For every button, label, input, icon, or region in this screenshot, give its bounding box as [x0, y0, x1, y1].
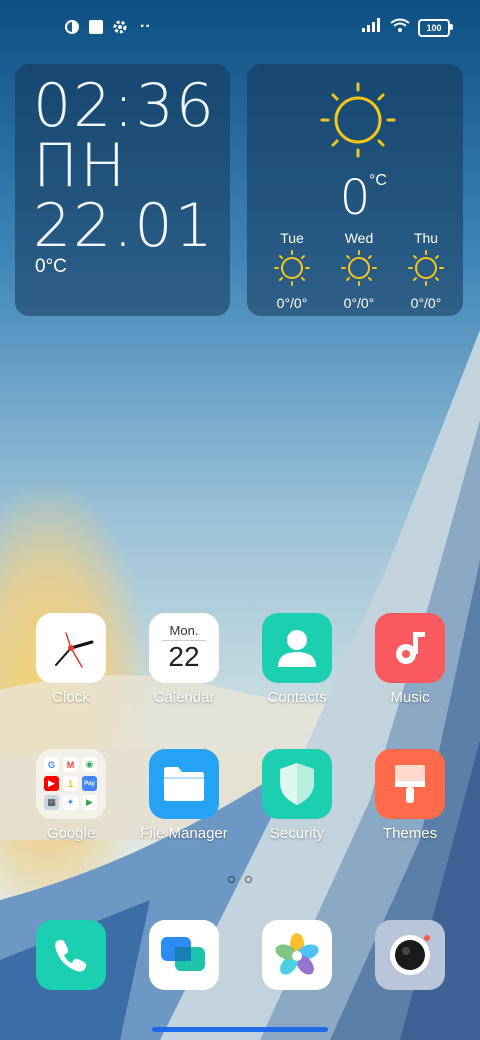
- square-notification-icon: [88, 19, 104, 35]
- app-label: Music: [390, 689, 430, 706]
- app-label: Clock: [52, 689, 90, 706]
- app-label: Google: [46, 825, 96, 842]
- pay-icon: Pay: [82, 776, 97, 791]
- sun-icon: [320, 82, 396, 158]
- forecast-temp: 0°/0°: [343, 295, 375, 311]
- forecast-temp: 0°/0°: [410, 295, 442, 311]
- forecast-day-label: Thu: [413, 230, 439, 246]
- app-calendar[interactable]: Mon. 22 Calendar: [129, 613, 239, 706]
- gear-icon: [112, 19, 128, 35]
- app-security[interactable]: Security: [242, 749, 352, 842]
- brand-notification-icon: [64, 19, 80, 35]
- page-dot: [245, 876, 252, 883]
- forecast-day: Tue 0°/0°: [262, 230, 322, 311]
- calendar-app-icon: Mon. 22: [149, 613, 219, 683]
- play-store-icon: ▶: [82, 795, 97, 810]
- forecast-temp: 0°/0°: [276, 295, 308, 311]
- app-folder-google[interactable]: G M ◉ ▶ 1 Pay ▦ ✦ ▶ Google: [16, 749, 126, 842]
- shield-icon: [262, 749, 332, 819]
- maps-icon: ◉: [82, 757, 97, 772]
- folder-grid: G M ◉ ▶ 1 Pay ▦ ✦ ▶: [44, 757, 98, 811]
- home-indicator-bar[interactable]: [152, 1027, 328, 1032]
- assistant-icon: ✦: [63, 795, 78, 810]
- app-music[interactable]: Music: [355, 613, 465, 706]
- sun-icon: [341, 250, 377, 286]
- sun-icon: [274, 250, 310, 286]
- app-file-manager[interactable]: File Manager: [129, 749, 239, 842]
- forecast-day: Thu 0°/0°: [396, 230, 456, 311]
- youtube-icon: ▶: [44, 776, 59, 791]
- temperature-unit: °C: [369, 172, 387, 189]
- signal-icon: [362, 18, 382, 37]
- clock-date: 22.01: [33, 191, 215, 261]
- google-folder-icon: G M ◉ ▶ 1 Pay ▦ ✦ ▶: [36, 749, 106, 819]
- forecast-day: Wed 0°/0°: [329, 230, 389, 311]
- gmail-icon: M: [63, 757, 78, 772]
- app-themes[interactable]: Themes: [355, 749, 465, 842]
- weather-widget[interactable]: 0 °C Tue 0°/0° Wed 0°/0° Thu 0°/0°: [247, 64, 463, 316]
- clock-widget[interactable]: 02:36 ПН 22.01 0°C: [15, 64, 230, 316]
- forecast-day-label: Tue: [280, 230, 304, 246]
- app-clock[interactable]: Clock: [16, 613, 126, 706]
- paintbrush-icon: [375, 749, 445, 819]
- status-right: 100: [362, 18, 453, 37]
- phone-icon[interactable]: [36, 920, 106, 990]
- status-left: ··: [64, 18, 151, 36]
- more-dots-icon: ··: [140, 18, 151, 35]
- calendar-month: Mon.: [169, 623, 199, 638]
- app-label: Calendar: [153, 689, 215, 706]
- battery-level: 100: [426, 22, 442, 33]
- photos-icon: ▦: [44, 795, 59, 810]
- calendar-day: 22: [168, 641, 200, 672]
- clock-time: 02:36: [33, 71, 216, 141]
- app-label: Contacts: [267, 689, 327, 706]
- page-dot: [228, 876, 235, 883]
- messages-icon[interactable]: [149, 920, 219, 990]
- google-search-icon: G: [44, 757, 59, 772]
- app-contacts[interactable]: Contacts: [242, 613, 352, 706]
- wifi-icon: [390, 18, 410, 37]
- contacts-app-icon: [262, 613, 332, 683]
- app-label: Themes: [382, 825, 438, 842]
- app-label: File Manager: [140, 825, 228, 842]
- clock-app-icon: [36, 613, 106, 683]
- camera-icon[interactable]: [375, 920, 445, 990]
- music-app-icon: [375, 613, 445, 683]
- forecast-day-label: Wed: [344, 230, 374, 246]
- status-bar: ·· 100: [0, 0, 480, 56]
- sun-icon: [408, 250, 444, 286]
- battery-icon: 100: [418, 18, 453, 37]
- gallery-icon[interactable]: [262, 920, 332, 990]
- one-app-icon: 1: [63, 776, 78, 791]
- page-indicator[interactable]: [0, 876, 480, 883]
- clock-widget-temperature: 0°C: [35, 256, 67, 277]
- folder-icon: [149, 749, 219, 819]
- app-label: Security: [269, 825, 325, 842]
- clock-weekday: ПН: [33, 131, 128, 201]
- current-temperature: 0: [339, 170, 371, 226]
